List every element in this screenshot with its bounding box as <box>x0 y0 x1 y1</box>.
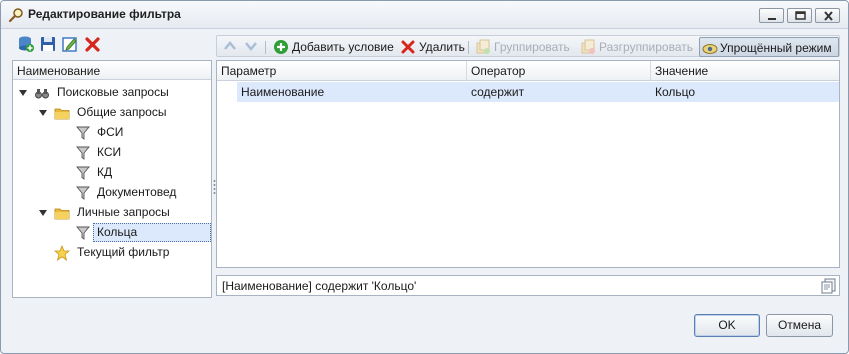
filter-icon <box>76 226 90 240</box>
tree-item-label: ФСИ <box>97 125 124 139</box>
edit-icon[interactable] <box>61 35 79 53</box>
title-bar: Редактирование фильтра <box>1 1 848 29</box>
maximize-icon <box>795 11 806 20</box>
tree-item-ksi[interactable]: КСИ <box>17 143 207 162</box>
cell-value[interactable]: Кольцо <box>651 82 839 102</box>
group-label: Группировать <box>494 40 570 54</box>
toolbar-separator <box>265 41 266 54</box>
tree-item-label: Общие запросы <box>77 105 167 119</box>
grid-header: Параметр Оператор Значение <box>217 61 839 81</box>
filter-editor-dialog: Редактирование фильтра Наименование Поис… <box>0 0 849 354</box>
expand-arrow-icon[interactable] <box>39 209 47 217</box>
conditions-grid: Параметр Оператор Значение Наименование … <box>216 60 840 268</box>
filter-expression-text: [Наименование] содержит 'Кольцо' <box>222 279 417 293</box>
filter-icon <box>76 146 90 160</box>
delete-label: Удалить <box>419 40 465 54</box>
tree-item-label: Личные запросы <box>77 205 170 219</box>
tree-item-kd[interactable]: КД <box>17 163 207 182</box>
tree-item-label: КД <box>97 165 113 179</box>
group-button[interactable]: Группировать <box>475 38 575 56</box>
tree-item-koltsa[interactable]: Кольца <box>17 223 211 242</box>
ungroup-label: Разгруппировать <box>599 40 694 54</box>
tree-item-documentoved[interactable]: Документовед <box>17 183 207 202</box>
tree-item-current-filter[interactable]: Текущий фильтр <box>17 243 207 262</box>
cell-operator[interactable]: содержит <box>467 82 651 102</box>
folder-icon <box>54 208 70 220</box>
ok-button[interactable]: OK <box>694 314 760 337</box>
condition-toolbar: Добавить условие Удалить Группировать Ра… <box>216 35 840 57</box>
expand-arrow-icon[interactable] <box>19 89 27 97</box>
move-down-icon[interactable] <box>244 39 258 53</box>
column-header-value[interactable]: Значение <box>651 61 839 81</box>
delete-condition-button[interactable]: Удалить <box>400 38 465 56</box>
cell-parameter[interactable]: Наименование <box>237 82 467 102</box>
toolbar-separator <box>468 41 469 54</box>
tree-item-label: КСИ <box>97 145 122 159</box>
filter-expression-field[interactable]: [Наименование] содержит 'Кольцо' <box>216 275 840 296</box>
expand-arrow-icon[interactable] <box>39 109 47 117</box>
column-header-parameter[interactable]: Параметр <box>217 61 467 81</box>
delete-icon <box>401 40 415 54</box>
simple-mode-toggle[interactable]: Упрощённый режим <box>699 37 839 57</box>
tree-item-label: Поисковые запросы <box>57 85 169 99</box>
tree-item-search-queries[interactable]: Поисковые запросы <box>17 83 207 102</box>
tree-column-header[interactable]: Наименование <box>13 61 211 80</box>
query-tree: Наименование Поисковые запросы Общие зап… <box>12 60 212 298</box>
filter-icon <box>76 186 90 200</box>
ungroup-icon <box>581 39 595 54</box>
tree-item-common-queries[interactable]: Общие запросы <box>17 103 207 122</box>
minimize-icon <box>768 18 776 20</box>
column-header-operator[interactable]: Оператор <box>467 61 651 81</box>
close-button[interactable] <box>815 8 840 23</box>
group-icon <box>476 39 490 54</box>
tree-item-personal-queries[interactable]: Личные запросы <box>17 203 207 222</box>
tree-item-fsi[interactable]: ФСИ <box>17 123 207 142</box>
save-icon[interactable] <box>39 35 57 53</box>
star-icon <box>54 245 70 261</box>
binoculars-icon <box>35 89 49 99</box>
delete-icon[interactable] <box>84 35 102 53</box>
simple-mode-icon <box>702 44 718 54</box>
move-up-icon[interactable] <box>223 39 237 53</box>
add-icon <box>274 40 288 54</box>
simple-mode-label: Упрощённый режим <box>720 41 832 55</box>
add-query-icon[interactable] <box>17 35 35 53</box>
folder-icon <box>54 108 70 120</box>
maximize-button[interactable] <box>787 8 812 23</box>
ungroup-button[interactable]: Разгруппировать <box>580 38 696 56</box>
tree-item-label: Кольца <box>93 223 211 242</box>
copy-expression-icon[interactable] <box>821 278 837 294</box>
window-title: Редактирование фильтра <box>28 7 181 21</box>
filter-icon <box>76 126 90 140</box>
close-icon <box>824 11 833 21</box>
magnifier-icon <box>8 8 23 23</box>
tree-item-label: Документовед <box>97 185 177 199</box>
filter-icon <box>76 166 90 180</box>
table-row[interactable]: Наименование содержит Кольцо <box>237 82 839 102</box>
tree-item-label: Текущий фильтр <box>77 245 170 259</box>
add-condition-button[interactable]: Добавить условие <box>273 38 394 56</box>
minimize-button[interactable] <box>759 8 784 23</box>
add-condition-label: Добавить условие <box>292 40 394 54</box>
cancel-button[interactable]: Отмена <box>766 314 833 337</box>
